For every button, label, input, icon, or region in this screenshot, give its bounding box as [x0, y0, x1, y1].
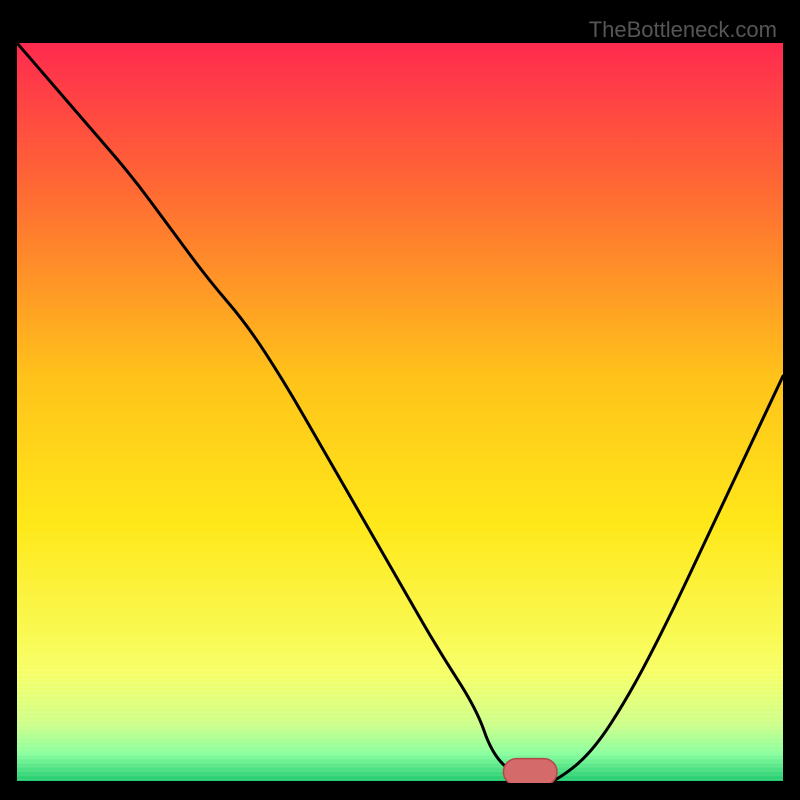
- chart-frame: TheBottleneck.com: [17, 17, 783, 783]
- band-line: [17, 657, 783, 658]
- band-line: [17, 720, 783, 721]
- band-line: [17, 737, 783, 738]
- band-line: [17, 766, 783, 767]
- band-line: [17, 703, 783, 704]
- band-line: [17, 716, 783, 717]
- band-line: [17, 733, 783, 734]
- optimal-marker-icon: [503, 759, 557, 783]
- band-line: [17, 775, 783, 776]
- band-line: [17, 661, 783, 662]
- band-line: [17, 758, 783, 759]
- band-line: [17, 712, 783, 713]
- chart-plot-area: [17, 43, 783, 783]
- band-line: [17, 724, 783, 725]
- band-line: [17, 708, 783, 709]
- band-line: [17, 666, 783, 667]
- band-line: [17, 754, 783, 755]
- band-line: [17, 682, 783, 683]
- band-line: [17, 749, 783, 750]
- band-line: [17, 770, 783, 771]
- gradient-background: [17, 43, 783, 783]
- band-line: [17, 695, 783, 696]
- band-line: [17, 699, 783, 700]
- band-line: [17, 674, 783, 675]
- band-line: [17, 741, 783, 742]
- band-line: [17, 678, 783, 679]
- band-line: [17, 745, 783, 746]
- band-line: [17, 779, 783, 780]
- band-line: [17, 762, 783, 763]
- watermark-text: TheBottleneck.com: [589, 17, 777, 43]
- band-line: [17, 691, 783, 692]
- band-line: [17, 687, 783, 688]
- band-line: [17, 670, 783, 671]
- band-line: [17, 728, 783, 729]
- chart-svg: [17, 43, 783, 783]
